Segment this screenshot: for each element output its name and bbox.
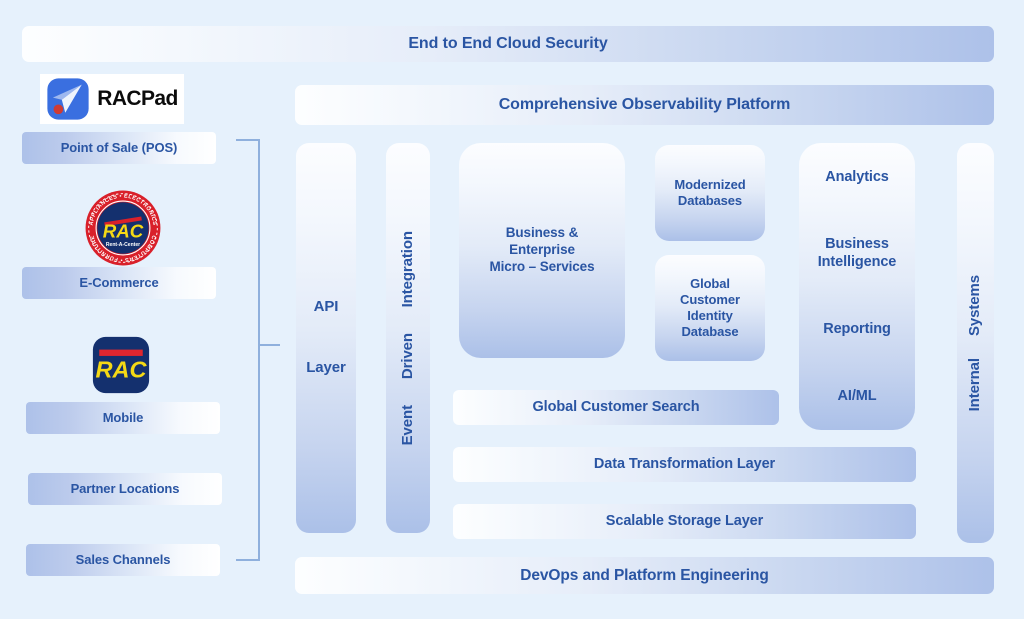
bar-global-customer-search-label: Global Customer Search: [532, 399, 700, 416]
column-event-driven-integration-line2: Driven: [398, 332, 416, 380]
column-api-layer-line2: Layer: [306, 359, 346, 376]
column-internal-systems: Systems Internal: [957, 143, 994, 543]
banner-devops-platform-engineering: DevOps and Platform Engineering: [295, 557, 994, 594]
analytics-item-reporting: Reporting: [823, 321, 891, 338]
card-business-enterprise-microservices: Business & Enterprise Micro – Services: [459, 143, 625, 358]
column-internal-systems-line1: Systems: [966, 274, 984, 336]
sales-channels-bracket: [236, 139, 282, 561]
card-modernized-databases-line2: Databases: [677, 193, 743, 208]
column-event-driven-integration-line3: Event: [398, 405, 416, 446]
rac-seal-logo: RAC Rent-A-Center APPLIANCES • ELECTRONI…: [84, 189, 162, 267]
racpad-arrow-icon: [47, 78, 89, 120]
bar-data-transformation-layer: Data Transformation Layer: [453, 447, 916, 482]
channel-item-sales-channels-label: Sales Channels: [75, 551, 171, 567]
analytics-item-ai-ml: AI/ML: [837, 388, 877, 405]
channel-item-mobile-label: Mobile: [102, 409, 144, 425]
channel-item-partner-locations-label: Partner Locations: [70, 480, 180, 496]
svg-text:RAC: RAC: [95, 357, 147, 383]
banner-end-to-end-cloud-security: End to End Cloud Security: [22, 26, 994, 62]
analytics-item-business-intelligence-line2: Intelligence: [817, 253, 897, 270]
card-microservices-line2: Enterprise: [509, 242, 575, 258]
channel-item-sales-channels[interactable]: Sales Channels: [26, 544, 220, 576]
bar-scalable-storage-layer: Scalable Storage Layer: [453, 504, 916, 539]
rac-mobile-app-icon: RAC: [92, 336, 150, 394]
column-api-layer: API Layer: [296, 143, 356, 533]
bracket-vertical-line: [258, 139, 260, 561]
bar-scalable-storage-layer-label: Scalable Storage Layer: [605, 513, 764, 530]
banner-devops-platform-engineering-label: DevOps and Platform Engineering: [520, 566, 769, 584]
bar-global-customer-search: Global Customer Search: [453, 390, 779, 425]
analytics-item-business-intelligence-line1: Business: [825, 235, 889, 252]
channel-item-e-commerce[interactable]: E-Commerce: [22, 267, 216, 299]
bracket-stub-bottom: [236, 559, 260, 561]
svg-text:RAC: RAC: [103, 220, 144, 241]
card-global-identity-line3: Identity: [687, 308, 733, 323]
bracket-stub-top: [236, 139, 260, 141]
racpad-logo: RACPad: [40, 74, 184, 124]
column-event-driven-integration-line1: Integration: [398, 230, 416, 307]
banner-observability-platform: Comprehensive Observability Platform: [295, 85, 994, 125]
architecture-diagram: End to End Cloud Security Comprehensive …: [0, 0, 1024, 619]
bar-data-transformation-layer-label: Data Transformation Layer: [593, 456, 776, 473]
card-microservices-line3: Micro – Services: [489, 258, 595, 274]
rac-seal-icon: RAC Rent-A-Center APPLIANCES • ELECTRONI…: [85, 190, 161, 266]
card-microservices-line1: Business &: [505, 225, 579, 241]
rac-app-icon: RAC: [92, 336, 150, 394]
analytics-item-business-intelligence: Business Intelligence: [818, 235, 897, 271]
banner-observability-platform-label: Comprehensive Observability Platform: [498, 96, 791, 113]
analytics-item-analytics: Analytics: [825, 168, 889, 185]
channel-item-point-of-sale-label: Point of Sale (POS): [60, 139, 178, 155]
racpad-wordmark: RACPad: [97, 87, 178, 110]
card-global-customer-identity-database: Global Customer Identity Database: [655, 255, 765, 361]
channel-item-mobile[interactable]: Mobile: [26, 402, 220, 434]
channel-item-partner-locations[interactable]: Partner Locations: [28, 473, 222, 505]
column-api-layer-line1: API: [313, 298, 339, 316]
channel-item-point-of-sale[interactable]: Point of Sale (POS): [22, 132, 216, 164]
svg-text:Rent-A-Center: Rent-A-Center: [106, 242, 140, 248]
card-global-identity-line2: Customer: [680, 291, 740, 307]
channel-item-e-commerce-label: E-Commerce: [79, 274, 159, 290]
card-modernized-databases: Modernized Databases: [655, 145, 765, 241]
column-event-driven-integration: Integration Driven Event: [386, 143, 430, 533]
column-internal-systems-line2: Internal: [966, 357, 984, 412]
banner-end-to-end-cloud-security-label: End to End Cloud Security: [408, 35, 608, 52]
card-modernized-databases-line1: Modernized: [674, 176, 746, 192]
column-analytics: Analytics Business Intelligence Reportin…: [799, 143, 915, 430]
card-global-identity-line4: Database: [681, 324, 739, 340]
bracket-stub-middle: [258, 344, 280, 346]
card-global-identity-line1: Global: [690, 275, 730, 291]
